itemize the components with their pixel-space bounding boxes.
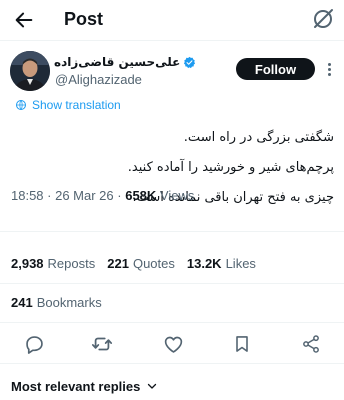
views-label: Views — [159, 188, 195, 203]
author-name-row[interactable]: علی‌حسین قاضی‌زاده — [54, 54, 196, 70]
follow-button[interactable]: Follow — [236, 58, 315, 80]
views-count: 658K — [125, 188, 157, 203]
reposts-label: Reposts — [47, 256, 96, 271]
more-button[interactable] — [322, 60, 336, 78]
quotes-stat[interactable]: 221 Quotes — [107, 256, 175, 271]
chevron-down-icon — [148, 383, 157, 389]
tweet-line: پرچم‌های شیر و خورشید را آماده کنید. — [127, 160, 334, 175]
bookmarks-label: Bookmarks — [36, 295, 102, 310]
bookmarks-divider — [0, 322, 344, 323]
stats-divider — [0, 283, 344, 284]
share-icon — [303, 335, 319, 353]
reposts-stat[interactable]: 2,938 Reposts — [11, 256, 95, 271]
tweet-meta: 18:58 · 26 Mar 26 · 658K Views — [11, 188, 195, 203]
like-button[interactable] — [161, 332, 185, 356]
bookmark-icon — [236, 336, 248, 352]
grok-icon — [314, 9, 333, 28]
reply-icon — [25, 335, 43, 354]
repost-button[interactable] — [90, 332, 114, 356]
likes-stat[interactable]: 13.2K Likes — [187, 256, 256, 271]
likes-label: Likes — [225, 256, 256, 271]
translate-icon — [16, 100, 26, 110]
replies-sort-dropdown[interactable]: Most relevant replies — [11, 377, 158, 395]
repost-icon — [91, 337, 113, 351]
actions-divider — [0, 363, 344, 364]
meta-divider — [0, 231, 344, 232]
verified-badge-icon — [184, 56, 196, 68]
show-translation-link[interactable]: Show translation — [15, 97, 121, 113]
more-icon — [327, 62, 331, 66]
bookmarks-count: 241 — [11, 295, 33, 310]
engagement-stats: 2,938 Reposts 221 Quotes 13.2K Likes — [11, 256, 256, 271]
like-icon — [164, 336, 182, 353]
share-button[interactable] — [299, 332, 323, 356]
likes-count: 13.2K — [186, 256, 222, 271]
back-button[interactable] — [12, 8, 36, 32]
reply-button[interactable] — [22, 332, 46, 356]
quotes-label: Quotes — [132, 256, 175, 271]
bookmark-button[interactable] — [230, 332, 254, 356]
tweet-date[interactable]: 26 Mar 26 — [55, 188, 114, 203]
replies-sort-label: Most relevant replies — [11, 378, 141, 394]
header-divider — [0, 40, 344, 41]
page-title: Post — [64, 9, 104, 29]
show-translation-label[interactable]: Show translation — [32, 98, 121, 112]
tweet-line: شگفتی بزرگی در راه است. — [183, 130, 334, 145]
author-name[interactable]: علی‌حسین قاضی‌زاده — [54, 55, 180, 69]
reposts-count: 2,938 — [11, 256, 44, 271]
top-bar: Post — [0, 0, 344, 40]
tweet-time[interactable]: 18:58 — [11, 188, 44, 203]
avatar-image — [10, 51, 50, 91]
grok-button[interactable] — [310, 6, 336, 32]
avatar[interactable] — [10, 51, 50, 91]
author-handle[interactable]: @Alighazizade — [55, 72, 142, 87]
quotes-count: 221 — [107, 256, 129, 271]
bookmarks-stat[interactable]: 241 Bookmarks — [11, 295, 102, 310]
back-arrow-icon — [15, 12, 33, 28]
action-bar — [0, 330, 344, 358]
